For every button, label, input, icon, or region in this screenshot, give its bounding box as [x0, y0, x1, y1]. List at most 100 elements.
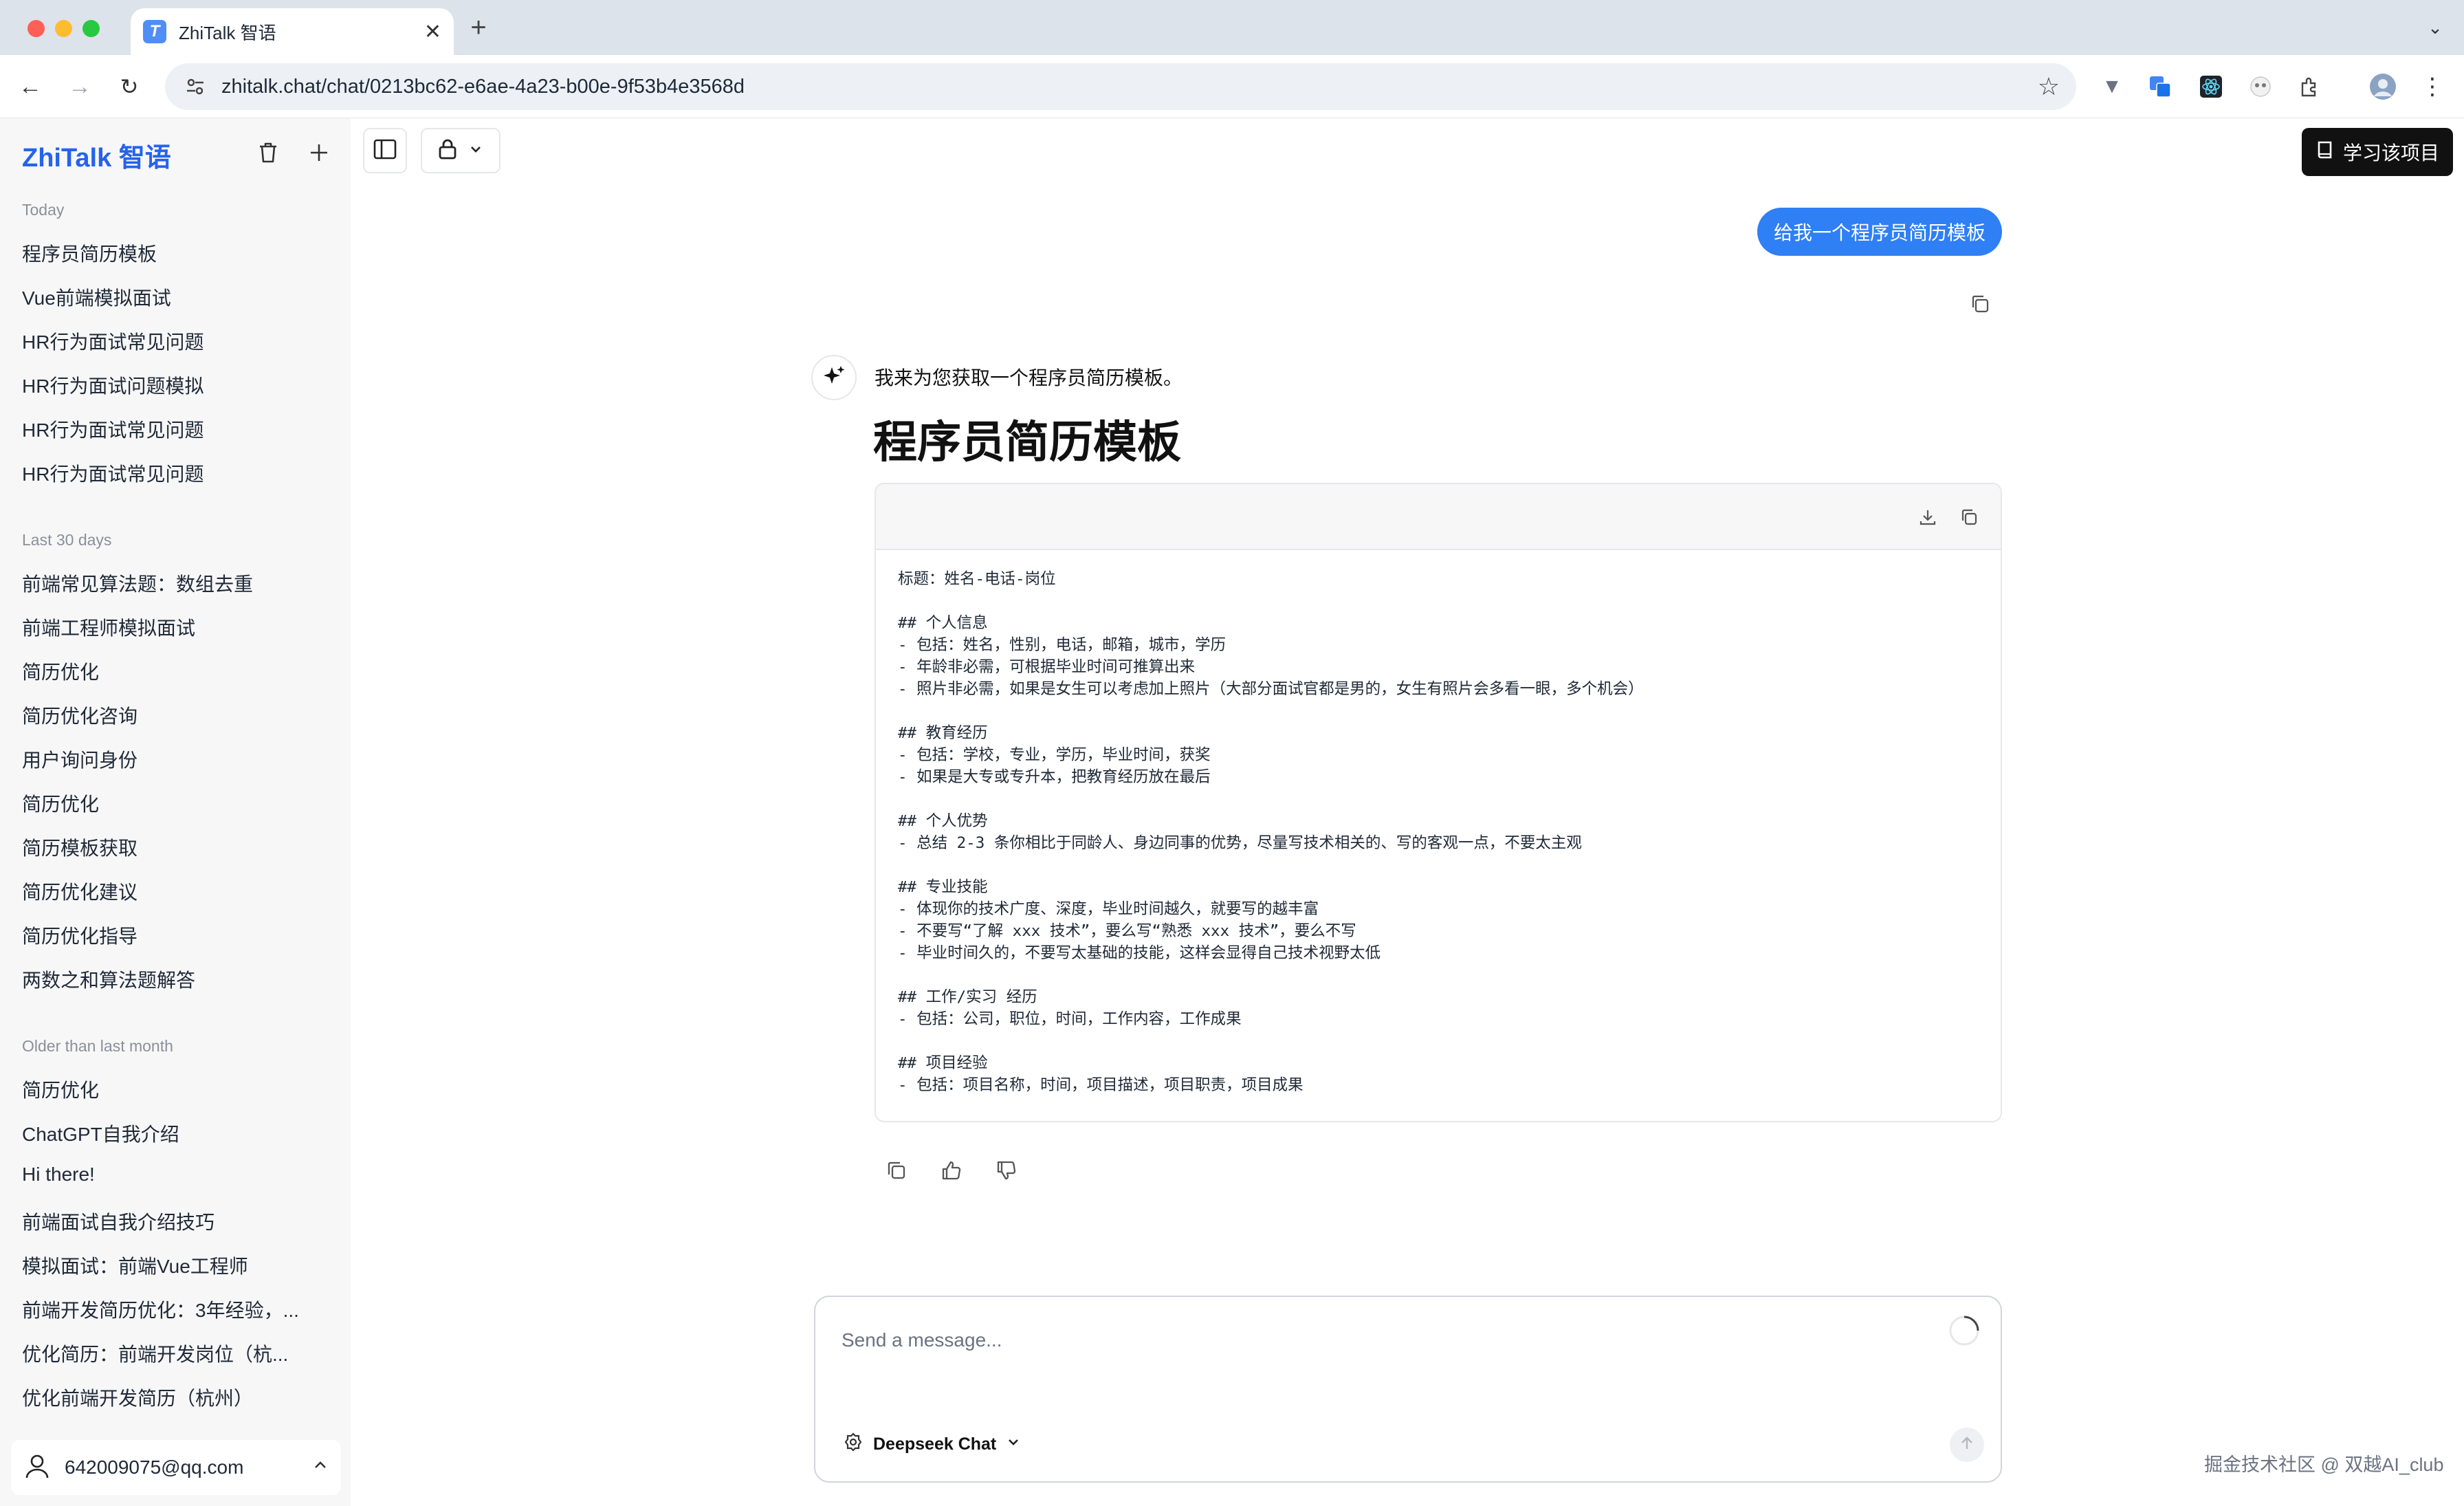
document-line: - 如果是大专或专升本，把教育经历放在最后	[898, 768, 1211, 786]
user-account-button[interactable]: 642009075@qq.com	[11, 1440, 341, 1495]
document-line: ## 工作/实习 经历	[898, 988, 1037, 1006]
learn-project-label: 学习该项目	[2342, 142, 2439, 164]
reload-icon[interactable]: ↻	[113, 70, 146, 103]
extension-panda-icon[interactable]	[2245, 72, 2276, 102]
book-icon	[2316, 140, 2335, 165]
document-line: ## 个人优势	[898, 812, 988, 830]
spinner-icon	[1949, 1316, 1979, 1346]
browser-tab[interactable]: T ZhiTalk 智语 ✕	[131, 8, 454, 55]
sidebar: ZhiTalk 智语 Today 程序员简历模板 Vue前端模拟面试 HR行为面…	[0, 118, 351, 1506]
conversation-item[interactable]: HR行为面试常见问题	[22, 327, 311, 355]
conversation-item[interactable]: 简历优化	[22, 1076, 311, 1103]
document-line: ## 项目经验	[898, 1054, 988, 1072]
conversation-item[interactable]: ChatGPT自我介绍	[22, 1120, 311, 1147]
browser-toolbar: ← → ↻ zhitalk.chat/chat/0213bc62-e6ae-4a…	[0, 55, 2464, 118]
conversation-item[interactable]: 优化简历：前端开发岗位（杭...	[22, 1340, 311, 1367]
trash-icon[interactable]	[253, 138, 283, 168]
document-line: - 总结 2-3 条你相比于同龄人、身边同事的优势，尽量写技术相关的、写的客观一…	[898, 834, 1582, 852]
conversation-item[interactable]: HR行为面试常见问题	[22, 459, 311, 487]
browser-menu-icon[interactable]: ⋮	[2417, 72, 2448, 102]
document-line: - 包括：学校，专业，学历，毕业时间，获奖	[898, 746, 1211, 764]
user-message-bubble: 给我一个程序员简历模板	[1757, 208, 2002, 256]
visibility-selector[interactable]	[421, 128, 500, 173]
model-label: Deepseek Chat	[873, 1434, 997, 1454]
document-line: - 毕业时间久的，不要写太基础的技能，这样会显得自己技术视野太低	[898, 944, 1381, 962]
conversation-item[interactable]: 前端常见算法题：数组去重	[22, 569, 311, 597]
document-line: - 体现你的技术广度、深度，毕业时间越久，就要写的越丰富	[898, 900, 1319, 918]
conversation-item[interactable]: 简历优化建议	[22, 877, 311, 905]
conversation-item[interactable]: 两数之和算法题解答	[22, 965, 311, 993]
document-line: - 不要写“了解 xxx 技术”，要么写“熟悉 xxx 技术”，要么不写	[898, 922, 1356, 940]
conversation-item[interactable]: HR行为面试常见问题	[22, 415, 311, 443]
model-icon	[843, 1432, 864, 1457]
learn-project-button[interactable]: 学习该项目	[2302, 128, 2453, 176]
tab-close-icon[interactable]: ✕	[424, 20, 441, 44]
document-line: - 包括：姓名，性别，电话，邮箱，城市，学历	[898, 636, 1226, 654]
message-input[interactable]	[842, 1323, 1873, 1357]
extension-translate-icon[interactable]	[2145, 72, 2175, 102]
conversation-item[interactable]: 模拟面试：前端Vue工程师	[22, 1252, 311, 1279]
conversation-item[interactable]: HR行为面试问题模拟	[22, 371, 311, 399]
new-tab-button[interactable]: +	[462, 11, 495, 44]
document-line: ## 个人信息	[898, 614, 988, 632]
sidebar-toggle-button[interactable]	[363, 128, 407, 173]
zoom-window-button[interactable]	[82, 20, 100, 37]
conversation-item[interactable]: 简历优化咨询	[22, 701, 311, 729]
conversation-item[interactable]: 优化前端开发简历（杭州）	[22, 1384, 311, 1411]
document-line: ## 教育经历	[898, 724, 988, 742]
extension-vue-icon[interactable]: ▼	[2097, 72, 2127, 102]
user-email: 642009075@qq.com	[65, 1456, 244, 1478]
address-bar[interactable]: zhitalk.chat/chat/0213bc62-e6ae-4a23-b00…	[165, 63, 2076, 110]
chevron-down-icon	[1006, 1434, 1021, 1454]
conversation-item[interactable]: Hi there!	[22, 1164, 311, 1186]
conversation-item[interactable]: 简历优化指导	[22, 921, 311, 949]
site-info-icon[interactable]	[182, 73, 209, 100]
document-artifact: 标题：姓名-电话-岗位 ## 个人信息 - 包括：姓名，性别，电话，邮箱，城市，…	[874, 483, 2002, 1122]
new-chat-button[interactable]	[302, 136, 336, 169]
group-label-older: Older than last month	[22, 1037, 173, 1055]
copy-message-icon[interactable]	[881, 1155, 912, 1186]
send-button[interactable]	[1950, 1428, 1984, 1462]
model-selector[interactable]: Deepseek Chat	[843, 1432, 1021, 1457]
user-icon	[23, 1452, 51, 1483]
document-line: ## 专业技能	[898, 878, 988, 896]
copy-icon[interactable]	[1957, 505, 1981, 530]
brand-logo[interactable]: ZhiTalk 智语	[22, 136, 171, 174]
bookmark-star-icon[interactable]: ☆	[2038, 72, 2060, 101]
copy-icon[interactable]	[1966, 290, 1994, 318]
close-window-button[interactable]	[28, 20, 45, 37]
download-icon[interactable]	[1915, 505, 1940, 530]
conversation-item[interactable]: 前端面试自我介绍技巧	[22, 1208, 311, 1235]
conversation-item[interactable]: 前端工程师模拟面试	[22, 613, 311, 641]
url-text[interactable]: zhitalk.chat/chat/0213bc62-e6ae-4a23-b00…	[221, 76, 2038, 98]
conversation-item[interactable]: 程序员简历模板	[22, 239, 311, 267]
back-arrow-icon[interactable]: ←	[14, 70, 47, 103]
chevron-up-icon	[312, 1457, 329, 1478]
thumbs-down-icon[interactable]	[991, 1155, 1022, 1186]
document-line: - 年龄非必需，可根据毕业时间可推算出来	[898, 658, 1196, 676]
conversation-item[interactable]: 简历优化	[22, 789, 311, 817]
profile-avatar[interactable]	[2368, 72, 2398, 102]
extension-react-icon[interactable]	[2196, 72, 2226, 102]
group-label-last-30-days: Last 30 days	[22, 531, 112, 549]
favicon-icon: T	[143, 20, 166, 43]
minimize-window-button[interactable]	[55, 20, 72, 37]
conversation-item[interactable]: Vue前端模拟面试	[22, 283, 311, 311]
sparkles-icon	[822, 364, 846, 392]
group-label-today: Today	[22, 201, 65, 219]
extensions-puzzle-icon[interactable]	[2295, 72, 2325, 102]
assistant-message-text: 我来为您获取一个程序员简历模板。	[874, 367, 1183, 389]
arrow-up-icon	[1958, 1434, 1976, 1456]
conversation-item[interactable]: 用户询问身份	[22, 745, 311, 773]
forward-arrow-icon[interactable]: →	[63, 70, 96, 103]
thumbs-up-icon[interactable]	[936, 1155, 967, 1186]
conversation-item[interactable]: 简历优化	[22, 657, 311, 685]
document-line: 标题：姓名-电话-岗位	[898, 570, 1056, 588]
tab-list-chevron-icon[interactable]: ⌄	[2420, 12, 2450, 43]
conversation-item[interactable]: 简历模板获取	[22, 833, 311, 861]
conversation-item[interactable]: 前端开发简历优化：3年经验，...	[22, 1296, 311, 1323]
